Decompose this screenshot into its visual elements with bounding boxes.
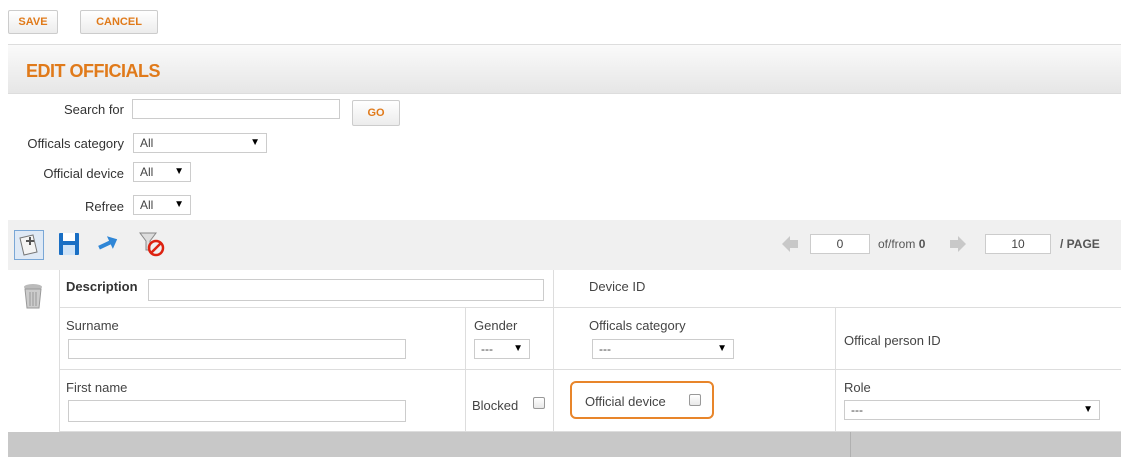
role-select[interactable]: --- ▼ <box>844 400 1100 420</box>
person-id-label: Offical person ID <box>844 333 941 348</box>
chevron-down-icon: ▼ <box>1083 404 1093 415</box>
chevron-down-icon: ▼ <box>174 199 184 210</box>
of-from-label: of/from <box>878 237 916 251</box>
page-label: / PAGE <box>1060 237 1100 251</box>
gender-cell: Gender --- ▼ <box>466 308 554 370</box>
cancel-button[interactable]: CANCEL <box>80 10 158 34</box>
official-category-label: Officals category <box>589 318 686 333</box>
title-bar: EDIT OFFICIALS <box>8 44 1121 94</box>
toolbar: 0 of/from 0 10 / PAGE <box>8 220 1121 270</box>
chevron-down-icon: ▼ <box>174 166 184 177</box>
surname-cell: Surname <box>60 308 466 370</box>
official-device-label: Official device <box>585 394 666 409</box>
search-label: Search for <box>64 102 124 117</box>
device-filter-label: Official device <box>43 166 124 181</box>
role-label: Role <box>844 380 871 395</box>
gender-label: Gender <box>474 318 518 333</box>
first-name-cell: First name <box>60 370 466 432</box>
go-button[interactable]: GO <box>352 100 400 126</box>
blocked-checkbox[interactable] <box>533 397 545 409</box>
footer-bar <box>8 432 1121 457</box>
chevron-down-icon: ▼ <box>717 343 727 354</box>
refresh-icon[interactable] <box>94 228 124 260</box>
search-input[interactable] <box>132 99 340 119</box>
person-id-cell: Offical person ID <box>836 308 1121 370</box>
page-size-input[interactable]: 10 <box>985 234 1051 254</box>
chevron-down-icon: ▼ <box>250 137 260 148</box>
footer-divider <box>850 432 851 457</box>
blocked-label: Blocked <box>472 398 519 413</box>
role-value: --- <box>851 403 863 417</box>
category-filter-label: Officals category <box>27 136 124 151</box>
chevron-down-icon: ▼ <box>513 343 523 354</box>
refree-filter-select[interactable]: All ▼ <box>133 195 191 215</box>
device-filter-value: All <box>140 165 154 179</box>
prev-page-icon[interactable] <box>780 233 800 255</box>
official-category-value: --- <box>599 342 611 356</box>
surname-input[interactable] <box>68 339 406 359</box>
clear-filter-icon[interactable] <box>136 228 166 260</box>
category-filter-value: All <box>140 136 154 150</box>
official-category-cell: Officals category --- ▼ <box>554 308 836 370</box>
device-id-label: Device ID <box>589 279 646 294</box>
gender-value: --- <box>481 342 493 356</box>
page-title: EDIT OFFICIALS <box>26 61 161 81</box>
refree-filter-label: Refree <box>84 199 124 214</box>
page-number-input[interactable]: 0 <box>810 234 870 254</box>
surname-label: Surname <box>66 318 119 333</box>
first-name-label: First name <box>66 380 128 395</box>
role-cell: Role --- ▼ <box>836 370 1121 432</box>
official-device-checkbox[interactable] <box>689 394 701 406</box>
next-page-icon[interactable] <box>948 233 968 255</box>
trash-icon[interactable] <box>22 282 44 310</box>
official-device-cell: Official device <box>554 370 836 432</box>
category-filter-select[interactable]: All ▼ <box>133 133 267 153</box>
device-filter-select[interactable]: All ▼ <box>133 162 191 182</box>
description-input[interactable] <box>148 279 544 301</box>
first-name-input[interactable] <box>68 400 406 422</box>
gender-select[interactable]: --- ▼ <box>474 339 530 359</box>
save-button[interactable]: SAVE <box>8 10 58 34</box>
row-actions-column <box>8 270 60 432</box>
refree-filter-value: All <box>140 198 154 212</box>
page-total-text: of/from 0 <box>878 237 925 251</box>
save-icon[interactable] <box>56 228 86 260</box>
device-id-cell: Device ID <box>554 270 1121 308</box>
record-form: Description Device ID Surname Gender ---… <box>8 270 1121 457</box>
official-category-select[interactable]: --- ▼ <box>592 339 734 359</box>
description-cell: Description <box>60 270 554 308</box>
blocked-cell: Blocked <box>466 370 554 432</box>
page-total-value: 0 <box>918 237 926 251</box>
new-record-icon[interactable] <box>14 230 44 260</box>
description-label: Description <box>66 279 138 294</box>
